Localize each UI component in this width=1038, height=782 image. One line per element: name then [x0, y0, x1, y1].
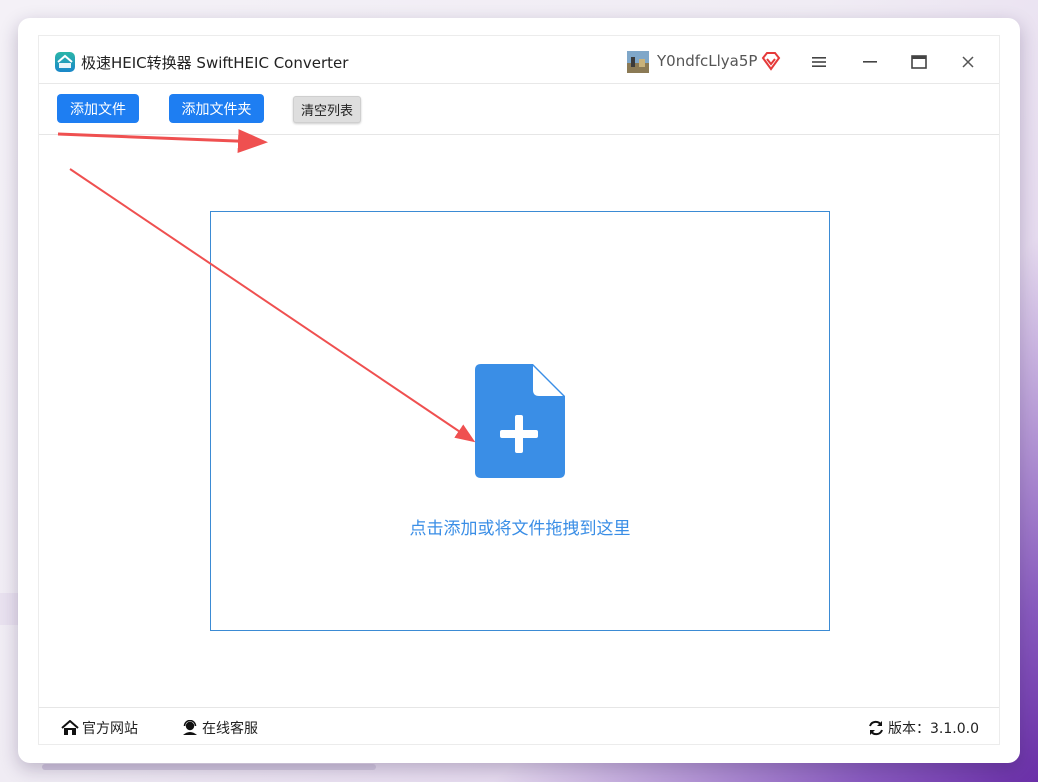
customer-service-icon — [183, 720, 197, 735]
minimize-button[interactable] — [858, 50, 882, 74]
app-window: 极速HEIC转换器 SwiftHEIC Converter Y0ndfcLlya… — [18, 18, 1020, 763]
close-icon — [962, 56, 974, 68]
home-icon — [61, 720, 79, 735]
online-service-label: 在线客服 — [202, 721, 258, 737]
version-info: 版本：3.1.0.0 — [867, 718, 979, 738]
app-content: 极速HEIC转换器 SwiftHEIC Converter Y0ndfcLlya… — [38, 35, 1000, 745]
drop-hint-text: 点击添加或将文件拖拽到这里 — [409, 519, 631, 539]
file-drop-zone[interactable]: 点击添加或将文件拖拽到这里 — [210, 211, 830, 631]
clear-list-button[interactable]: 清空列表 — [293, 96, 361, 123]
add-folder-button[interactable]: 添加文件夹 — [169, 94, 264, 123]
version-label: 版本：3.1.0.0 — [888, 721, 979, 737]
menu-button[interactable] — [807, 50, 831, 74]
heic-logo-icon — [55, 52, 75, 72]
toolbar: 添加文件 添加文件夹 清空列表 — [39, 84, 999, 135]
official-website-label: 官方网站 — [82, 721, 138, 737]
official-website-link[interactable]: 官方网站 — [61, 718, 138, 738]
add-file-button[interactable]: 添加文件 — [57, 94, 139, 123]
vip-diamond-icon[interactable] — [761, 51, 781, 71]
title-bar: 极速HEIC转换器 SwiftHEIC Converter Y0ndfcLlya… — [39, 36, 999, 84]
maximize-icon — [911, 55, 927, 69]
close-button[interactable] — [956, 50, 980, 74]
online-service-link[interactable]: 在线客服 — [181, 718, 258, 738]
footer: 官方网站 在线客服 版本：3.1.0.0 — [39, 707, 999, 744]
maximize-button[interactable] — [907, 50, 931, 74]
avatar[interactable] — [627, 51, 649, 73]
refresh-icon — [869, 720, 883, 736]
app-title: 极速HEIC转换器 SwiftHEIC Converter — [81, 54, 349, 72]
username[interactable]: Y0ndfcLlya5P — [657, 52, 757, 70]
file-add-icon[interactable] — [475, 364, 565, 478]
desktop-taskbar-hint — [42, 764, 376, 770]
minimize-icon — [863, 61, 877, 63]
hamburger-icon — [812, 57, 826, 67]
